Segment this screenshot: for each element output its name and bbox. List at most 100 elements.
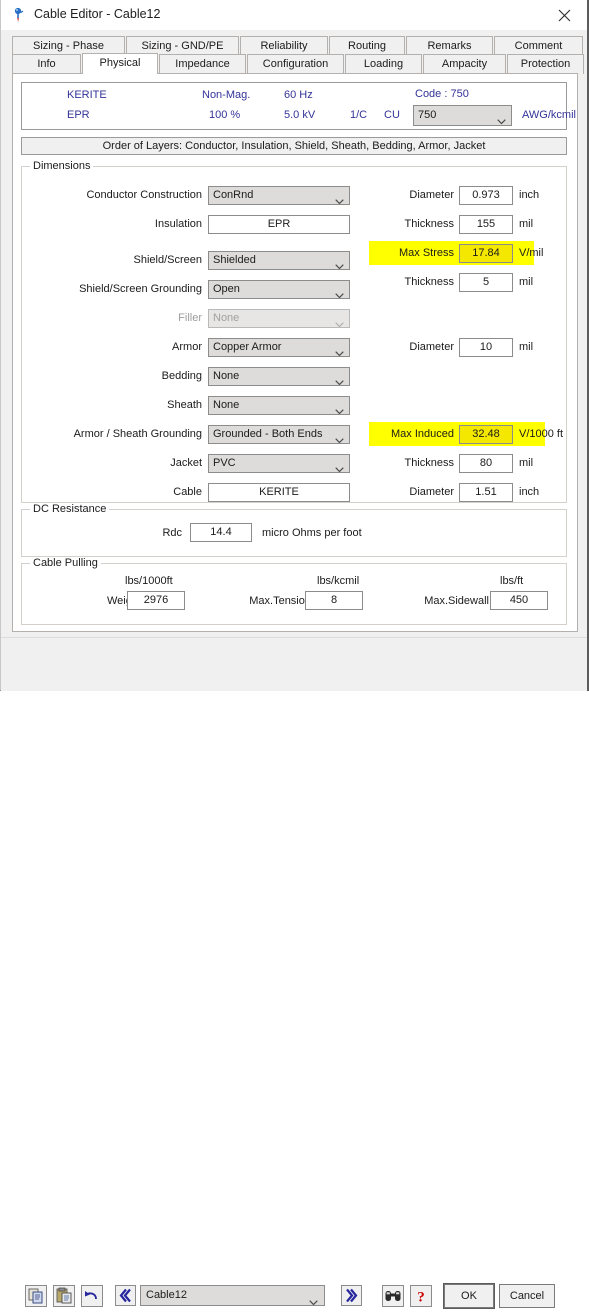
tab-label: Configuration <box>262 58 329 70</box>
chevron-down-icon <box>497 113 506 125</box>
summary-material: CU <box>384 109 400 121</box>
dimension-dropdown-value: Copper Armor <box>213 341 282 353</box>
tab-label: Info <box>37 58 56 70</box>
dimension-label-8: Armor / Sheath Grounding <box>73 428 202 440</box>
rdc-unit: micro Ohms per foot <box>262 527 362 539</box>
dimension-label-6: Bedding <box>161 370 202 382</box>
measure-input-2[interactable]: 17.84 <box>459 244 513 263</box>
tab-protection[interactable]: Protection <box>507 54 584 74</box>
tab-remarks[interactable]: Remarks <box>406 36 493 56</box>
physical-tab-page: KERITE EPR Non-Mag. 100 % 60 Hz 5.0 kV 1… <box>12 73 578 632</box>
dc-resistance-group-title: DC Resistance <box>30 503 110 515</box>
dimension-dropdown-8[interactable]: Grounded - Both Ends <box>208 425 350 444</box>
measure-label-3: Thickness <box>404 276 454 288</box>
chevron-down-icon <box>335 317 344 327</box>
chevron-down-icon <box>335 259 344 269</box>
tab-configuration[interactable]: Configuration <box>247 54 344 74</box>
dimension-input-10[interactable]: KERITE <box>208 483 350 502</box>
measure-unit-4: mil <box>519 341 534 353</box>
cable-editor-window: Cable Editor - Cable12 Sizing - Phase Siz… <box>0 0 589 1308</box>
tab-label: Loading <box>363 58 404 70</box>
pulling-unit-2: lbs/ft <box>500 575 524 587</box>
cable-selector-value: Cable12 <box>146 1289 187 1301</box>
tab-comment[interactable]: Comment <box>494 36 583 56</box>
dimension-dropdown-7[interactable]: None <box>208 396 350 415</box>
cable-selector-dropdown[interactable]: Cable12 <box>140 1285 325 1306</box>
measure-input-6[interactable]: 80 <box>459 454 513 473</box>
dimension-dropdown-0[interactable]: ConRnd <box>208 186 350 205</box>
dimension-dropdown-value: None <box>213 370 240 382</box>
tab-routing[interactable]: Routing <box>329 36 405 56</box>
tab-impedance[interactable]: Impedance <box>159 54 246 74</box>
measure-input-7[interactable]: 1.51 <box>459 483 513 502</box>
chevron-down-icon <box>335 288 344 298</box>
summary-voltage: 5.0 kV <box>284 109 316 121</box>
measure-unit-1: mil <box>519 218 534 230</box>
pulling-label-1: Max.Tension <box>249 595 311 607</box>
tab-label: Sizing - Phase <box>33 40 104 52</box>
pulling-input-0[interactable]: 2976 <box>127 591 185 610</box>
pulling-input-2[interactable]: 450 <box>490 591 548 610</box>
close-icon[interactable] <box>543 0 587 30</box>
tab-label: Routing <box>348 40 386 52</box>
tab-physical[interactable]: Physical <box>82 53 158 74</box>
tab-info[interactable]: Info <box>12 54 81 74</box>
dimensions-group: Dimensions Conductor Construction ConRnd I… <box>21 160 567 503</box>
measure-input-5[interactable]: 32.48 <box>459 425 513 444</box>
dimension-dropdown-2[interactable]: Shielded <box>208 251 350 270</box>
dimension-dropdown-value: None <box>213 399 240 411</box>
dimension-label-4: Filler <box>178 312 202 324</box>
dimension-dropdown-5[interactable]: Copper Armor <box>208 338 350 357</box>
measure-label-1: Thickness <box>404 218 454 230</box>
tab-label: Protection <box>520 58 571 70</box>
dimensions-group-title: Dimensions <box>30 160 94 172</box>
cable-size-dropdown[interactable]: 750 <box>413 105 512 126</box>
summary-code-label: Code : 750 <box>415 88 469 100</box>
measure-label-0: Diameter <box>409 189 454 201</box>
pulling-input-1[interactable]: 8 <box>305 591 363 610</box>
measure-input-3[interactable]: 5 <box>459 273 513 292</box>
dimension-label-10: Cable <box>173 486 202 498</box>
dimension-dropdown-9[interactable]: PVC <box>208 454 350 473</box>
tab-loading[interactable]: Loading <box>345 54 422 74</box>
rdc-label: Rdc <box>162 527 182 539</box>
undo-icon[interactable] <box>81 1285 103 1307</box>
pushpin-icon <box>11 7 27 23</box>
summary-size-unit: AWG/kcmil <box>522 109 576 121</box>
tab-label: Comment <box>514 40 563 52</box>
measure-input-1[interactable]: 155 <box>459 215 513 234</box>
question-mark-icon[interactable]: ? <box>410 1285 432 1307</box>
binoculars-icon[interactable] <box>382 1285 404 1307</box>
tab-ampacity[interactable]: Ampacity <box>423 54 506 74</box>
chevron-down-icon <box>335 462 344 472</box>
measure-unit-5: V/1000 ft <box>519 428 564 440</box>
dimension-dropdown-3[interactable]: Open <box>208 280 350 299</box>
tab-label: Ampacity <box>441 58 488 70</box>
pulling-unit-1: lbs/kcmil <box>317 575 360 587</box>
tab-reliability[interactable]: Reliability <box>240 36 328 56</box>
cable-size-value: 750 <box>418 109 437 121</box>
measure-input-4[interactable]: 10 <box>459 338 513 357</box>
cancel-button[interactable]: Cancel <box>499 1284 555 1308</box>
dc-resistance-group: DC Resistance Rdc 14.4 micro Ohms per fo… <box>21 503 567 557</box>
ok-button[interactable]: OK <box>444 1284 494 1308</box>
measure-input-0[interactable]: 0.973 <box>459 186 513 205</box>
copy-icon[interactable] <box>25 1285 47 1307</box>
measure-label-4: Diameter <box>409 341 454 353</box>
dimension-dropdown-value: None <box>213 312 240 324</box>
chevron-down-icon <box>335 404 344 414</box>
tab-label: Remarks <box>427 40 472 52</box>
summary-magnetic: Non-Mag. <box>202 89 251 101</box>
summary-conductor-count: 1/C <box>350 109 368 121</box>
dimension-dropdown-6[interactable]: None <box>208 367 350 386</box>
measure-label-2: Max Stress <box>398 247 454 259</box>
dimension-label-7: Sheath <box>167 399 202 411</box>
chevron-double-right-icon[interactable] <box>341 1285 362 1306</box>
chevron-double-left-icon[interactable] <box>115 1285 136 1306</box>
measure-unit-2: V/mil <box>519 247 544 259</box>
dimension-input-1[interactable]: EPR <box>208 215 350 234</box>
chevron-down-icon <box>335 346 344 356</box>
rdc-input[interactable]: 14.4 <box>190 523 252 542</box>
paste-icon[interactable] <box>53 1285 75 1307</box>
dimension-dropdown-value: Open <box>213 283 240 295</box>
